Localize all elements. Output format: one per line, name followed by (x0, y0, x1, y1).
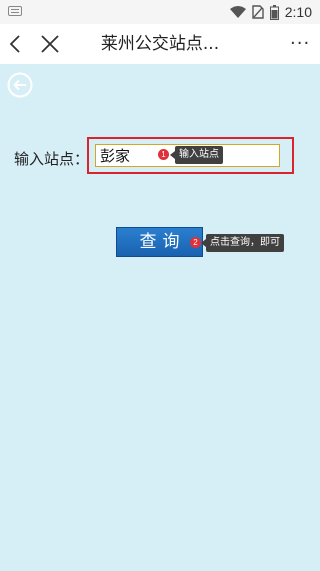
close-icon[interactable] (40, 34, 60, 54)
page-title: 莱州公交站点... (100, 34, 220, 54)
keyboard-icon (8, 6, 22, 16)
step-badge-2: 2 (190, 237, 201, 248)
nav-bar: 莱州公交站点... ··· (0, 24, 320, 64)
more-menu-icon[interactable]: ··· (290, 35, 310, 53)
wifi-icon (229, 6, 246, 18)
back-chevron-icon[interactable] (6, 34, 26, 54)
main-content: 输入站点： 1 输入站点 查询 2 点击查询，即可 (0, 64, 320, 571)
status-icons: 2:10 (229, 3, 312, 21)
status-time: 2:10 (284, 4, 312, 20)
battery-icon (269, 4, 279, 20)
circle-back-icon[interactable] (7, 72, 33, 98)
station-label: 输入站点： (14, 150, 90, 168)
tooltip-click-query: 点击查询，即可 (201, 234, 284, 252)
tooltip-input-station: 输入站点 (170, 146, 223, 164)
step-badge-1: 1 (158, 149, 169, 160)
status-bar: 2:10 (0, 0, 320, 24)
no-sim-icon (252, 5, 264, 19)
